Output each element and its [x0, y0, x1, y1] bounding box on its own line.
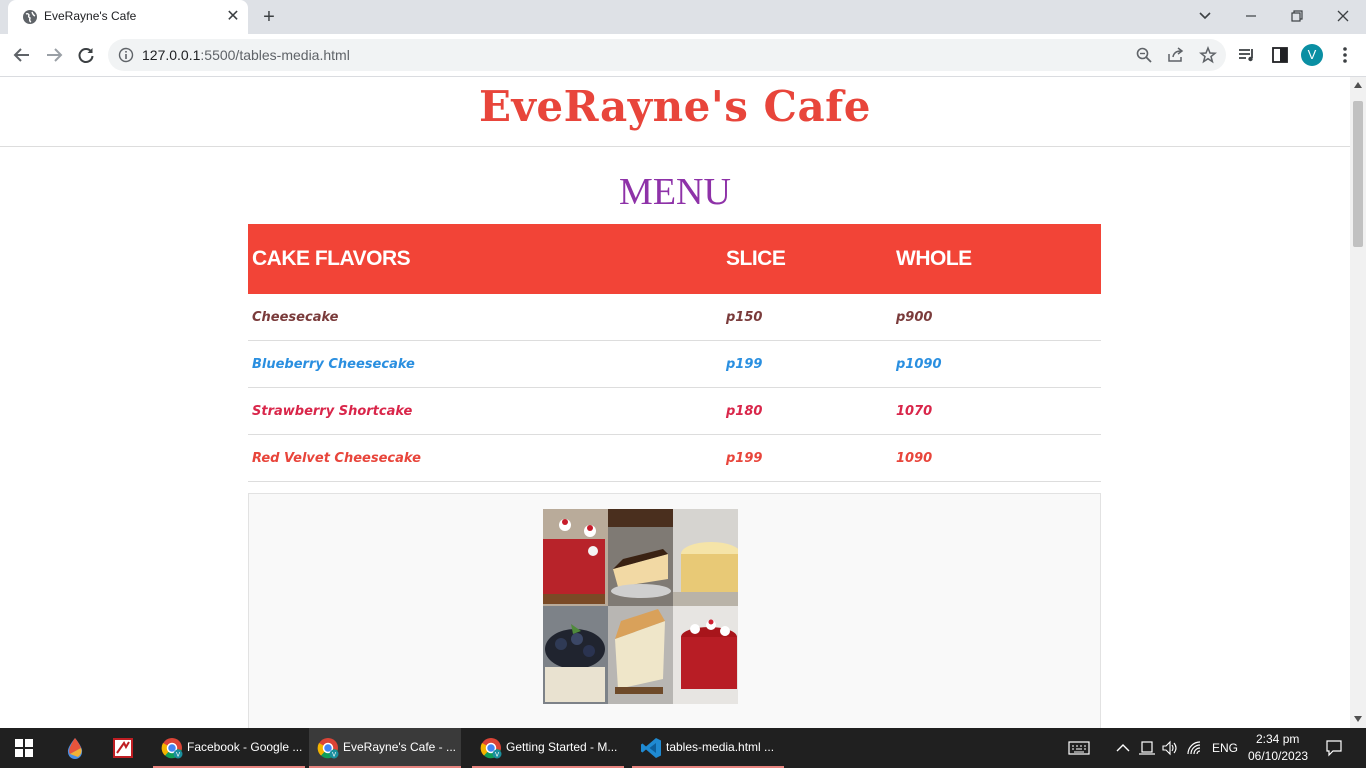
speaker-icon[interactable] [1161, 740, 1179, 756]
media-queue-icon[interactable] [1237, 45, 1257, 65]
whole-price-cell: p1090 [892, 340, 1101, 388]
notifications-icon[interactable] [1325, 739, 1343, 757]
whole-price-cell: 1090 [892, 434, 1101, 482]
browser-tab-active[interactable]: EveRayne's Cafe ✕ [8, 0, 248, 34]
minimize-window-button[interactable] [1234, 4, 1268, 28]
back-arrow-icon[interactable] [10, 43, 34, 67]
chrome-icon: V [480, 738, 502, 759]
close-tab-icon[interactable]: ✕ [224, 8, 242, 26]
clock-time[interactable]: 2:34 pm [1256, 732, 1299, 746]
taskbar-window-everayne[interactable]: V EveRayne's Cafe - ... [309, 728, 461, 768]
whole-price-cell: 1070 [892, 387, 1101, 435]
side-panel-icon[interactable] [1270, 45, 1290, 65]
browser-toolbar: 127.0.0.1:5500/tables-media.html V [0, 34, 1366, 77]
reload-icon[interactable] [74, 43, 98, 67]
restore-window-button[interactable] [1280, 4, 1314, 28]
flavor-cell: Strawberry Shortcake [248, 387, 722, 435]
touch-keyboard-icon[interactable] [1068, 740, 1090, 756]
url-host: 127.0.0.1 [142, 47, 201, 63]
header-whole: WHOLE [892, 224, 1101, 294]
flavor-cell: Red Velvet Cheesecake [248, 434, 722, 482]
taskbar-window-facebook[interactable]: V Facebook - Google ... [153, 728, 305, 768]
vscode-icon [641, 738, 661, 758]
slice-price-cell: p180 [722, 387, 892, 435]
profile-avatar[interactable]: V [1301, 44, 1323, 66]
language-indicator[interactable]: ENG [1212, 741, 1238, 755]
filezilla-icon [113, 738, 133, 758]
tab-search-icon[interactable] [1188, 4, 1222, 28]
table-row: Strawberry Shortcake p180 1070 [248, 387, 1101, 435]
close-window-button[interactable] [1326, 4, 1360, 28]
taskbar-window-label: Getting Started - M... [506, 740, 618, 754]
more-options-icon[interactable] [1335, 45, 1355, 65]
cake-collage-image [543, 509, 738, 704]
tab-title: EveRayne's Cafe [44, 9, 137, 23]
taskbar: V Facebook - Google ... V EveRayne's Caf… [0, 728, 1366, 768]
bookmark-star-icon[interactable] [1199, 46, 1217, 64]
scroll-thumb[interactable] [1353, 101, 1363, 247]
forward-arrow-icon[interactable] [42, 43, 66, 67]
taskbar-window-label: tables-media.html ... [666, 740, 775, 754]
wifi-icon[interactable] [1186, 740, 1204, 756]
header-cake-flavors: CAKE FLAVORS [248, 224, 722, 294]
address-bar[interactable]: 127.0.0.1:5500/tables-media.html [108, 39, 1226, 71]
page-viewport: EveRayne's Cafe MENU CAKE FLAVORS SLICE … [0, 77, 1350, 728]
paint-drop-icon [67, 738, 83, 759]
whole-price-cell: p900 [892, 294, 1101, 341]
new-tab-button[interactable]: + [258, 6, 280, 28]
taskbar-window-label: Facebook - Google ... [187, 740, 303, 754]
site-title: EveRayne's Cafe [479, 82, 871, 131]
slice-price-cell: p199 [722, 434, 892, 482]
scroll-up-arrow-icon[interactable] [1353, 81, 1363, 89]
table-row: Cheesecake p150 p900 [248, 294, 1101, 341]
chrome-icon: V [317, 738, 339, 759]
flavor-cell: Cheesecake [248, 294, 722, 341]
menu-table: CAKE FLAVORS SLICE WHOLE Cheesecake p150… [248, 224, 1101, 482]
flavor-cell: Blueberry Cheesecake [248, 340, 722, 388]
menu-heading: MENU [619, 171, 731, 213]
clock-date[interactable]: 06/10/2023 [1248, 749, 1308, 763]
taskbar-window-getting-started[interactable]: V Getting Started - M... [472, 728, 624, 768]
page-scrollbar[interactable] [1350, 77, 1366, 728]
chevron-up-icon[interactable] [1114, 740, 1132, 756]
scroll-down-arrow-icon[interactable] [1353, 715, 1363, 723]
table-row: Red Velvet Cheesecake p199 1090 [248, 434, 1101, 482]
windows-start-icon[interactable] [15, 739, 33, 757]
taskbar-paint-app[interactable] [51, 728, 99, 768]
browser-tab-bar: EveRayne's Cafe ✕ + [0, 0, 1366, 34]
slice-price-cell: p199 [722, 340, 892, 388]
site-info-icon[interactable] [118, 47, 134, 63]
header-slice: SLICE [722, 224, 892, 294]
cake-photo-panel [248, 493, 1101, 728]
slice-price-cell: p150 [722, 294, 892, 341]
share-icon[interactable] [1167, 46, 1185, 64]
taskbar-window-vscode[interactable]: tables-media.html ... [632, 728, 784, 768]
menu-table-header-row: CAKE FLAVORS SLICE WHOLE [248, 224, 1101, 294]
table-row: Blueberry Cheesecake p199 p1090 [248, 340, 1101, 388]
globe-icon [23, 10, 37, 24]
zoom-icon[interactable] [1135, 46, 1153, 64]
site-header: EveRayne's Cafe [0, 77, 1350, 147]
chrome-icon: V [161, 738, 183, 759]
url-path: :5500/tables-media.html [200, 47, 350, 63]
taskbar-filezilla-app[interactable] [99, 728, 147, 768]
device-icon[interactable] [1138, 740, 1156, 756]
url-text: 127.0.0.1:5500/tables-media.html [142, 47, 350, 63]
taskbar-window-label: EveRayne's Cafe - ... [343, 740, 457, 754]
